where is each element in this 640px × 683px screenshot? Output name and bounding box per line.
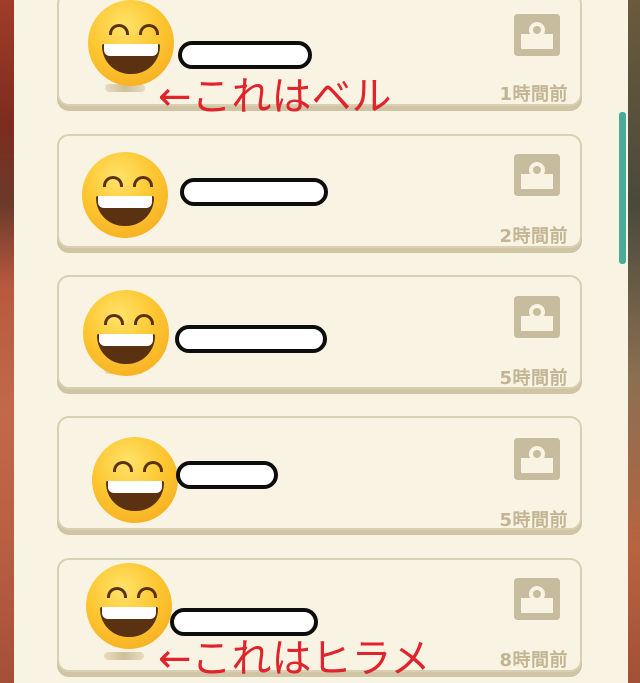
timestamp: 2時間前 — [499, 226, 568, 247]
bag-icon[interactable] — [512, 12, 562, 56]
redacted-name — [180, 178, 328, 206]
timestamp: 1時間前 — [499, 84, 568, 105]
grinning-face-emoji — [82, 152, 168, 238]
annotation-bell: ←これはベル — [158, 74, 392, 120]
bag-icon[interactable] — [512, 576, 562, 620]
redacted-name — [170, 608, 318, 636]
bag-icon[interactable] — [512, 152, 562, 196]
redacted-name — [175, 325, 327, 353]
timestamp: 5時間前 — [499, 368, 568, 389]
annotation-flounder: ←これはヒラメ — [158, 636, 431, 682]
background-scenery-left — [0, 0, 14, 683]
timestamp: 5時間前 — [499, 510, 568, 531]
bag-icon[interactable] — [512, 294, 562, 338]
redacted-name — [176, 461, 278, 489]
grinning-face-emoji — [83, 290, 169, 376]
scrollbar[interactable] — [619, 112, 626, 264]
background-scenery-right — [628, 0, 640, 683]
redacted-name — [178, 41, 312, 69]
timestamp: 8時間前 — [499, 650, 568, 671]
item-sprite — [104, 652, 144, 660]
bag-icon[interactable] — [512, 436, 562, 480]
grinning-face-emoji — [92, 437, 178, 523]
